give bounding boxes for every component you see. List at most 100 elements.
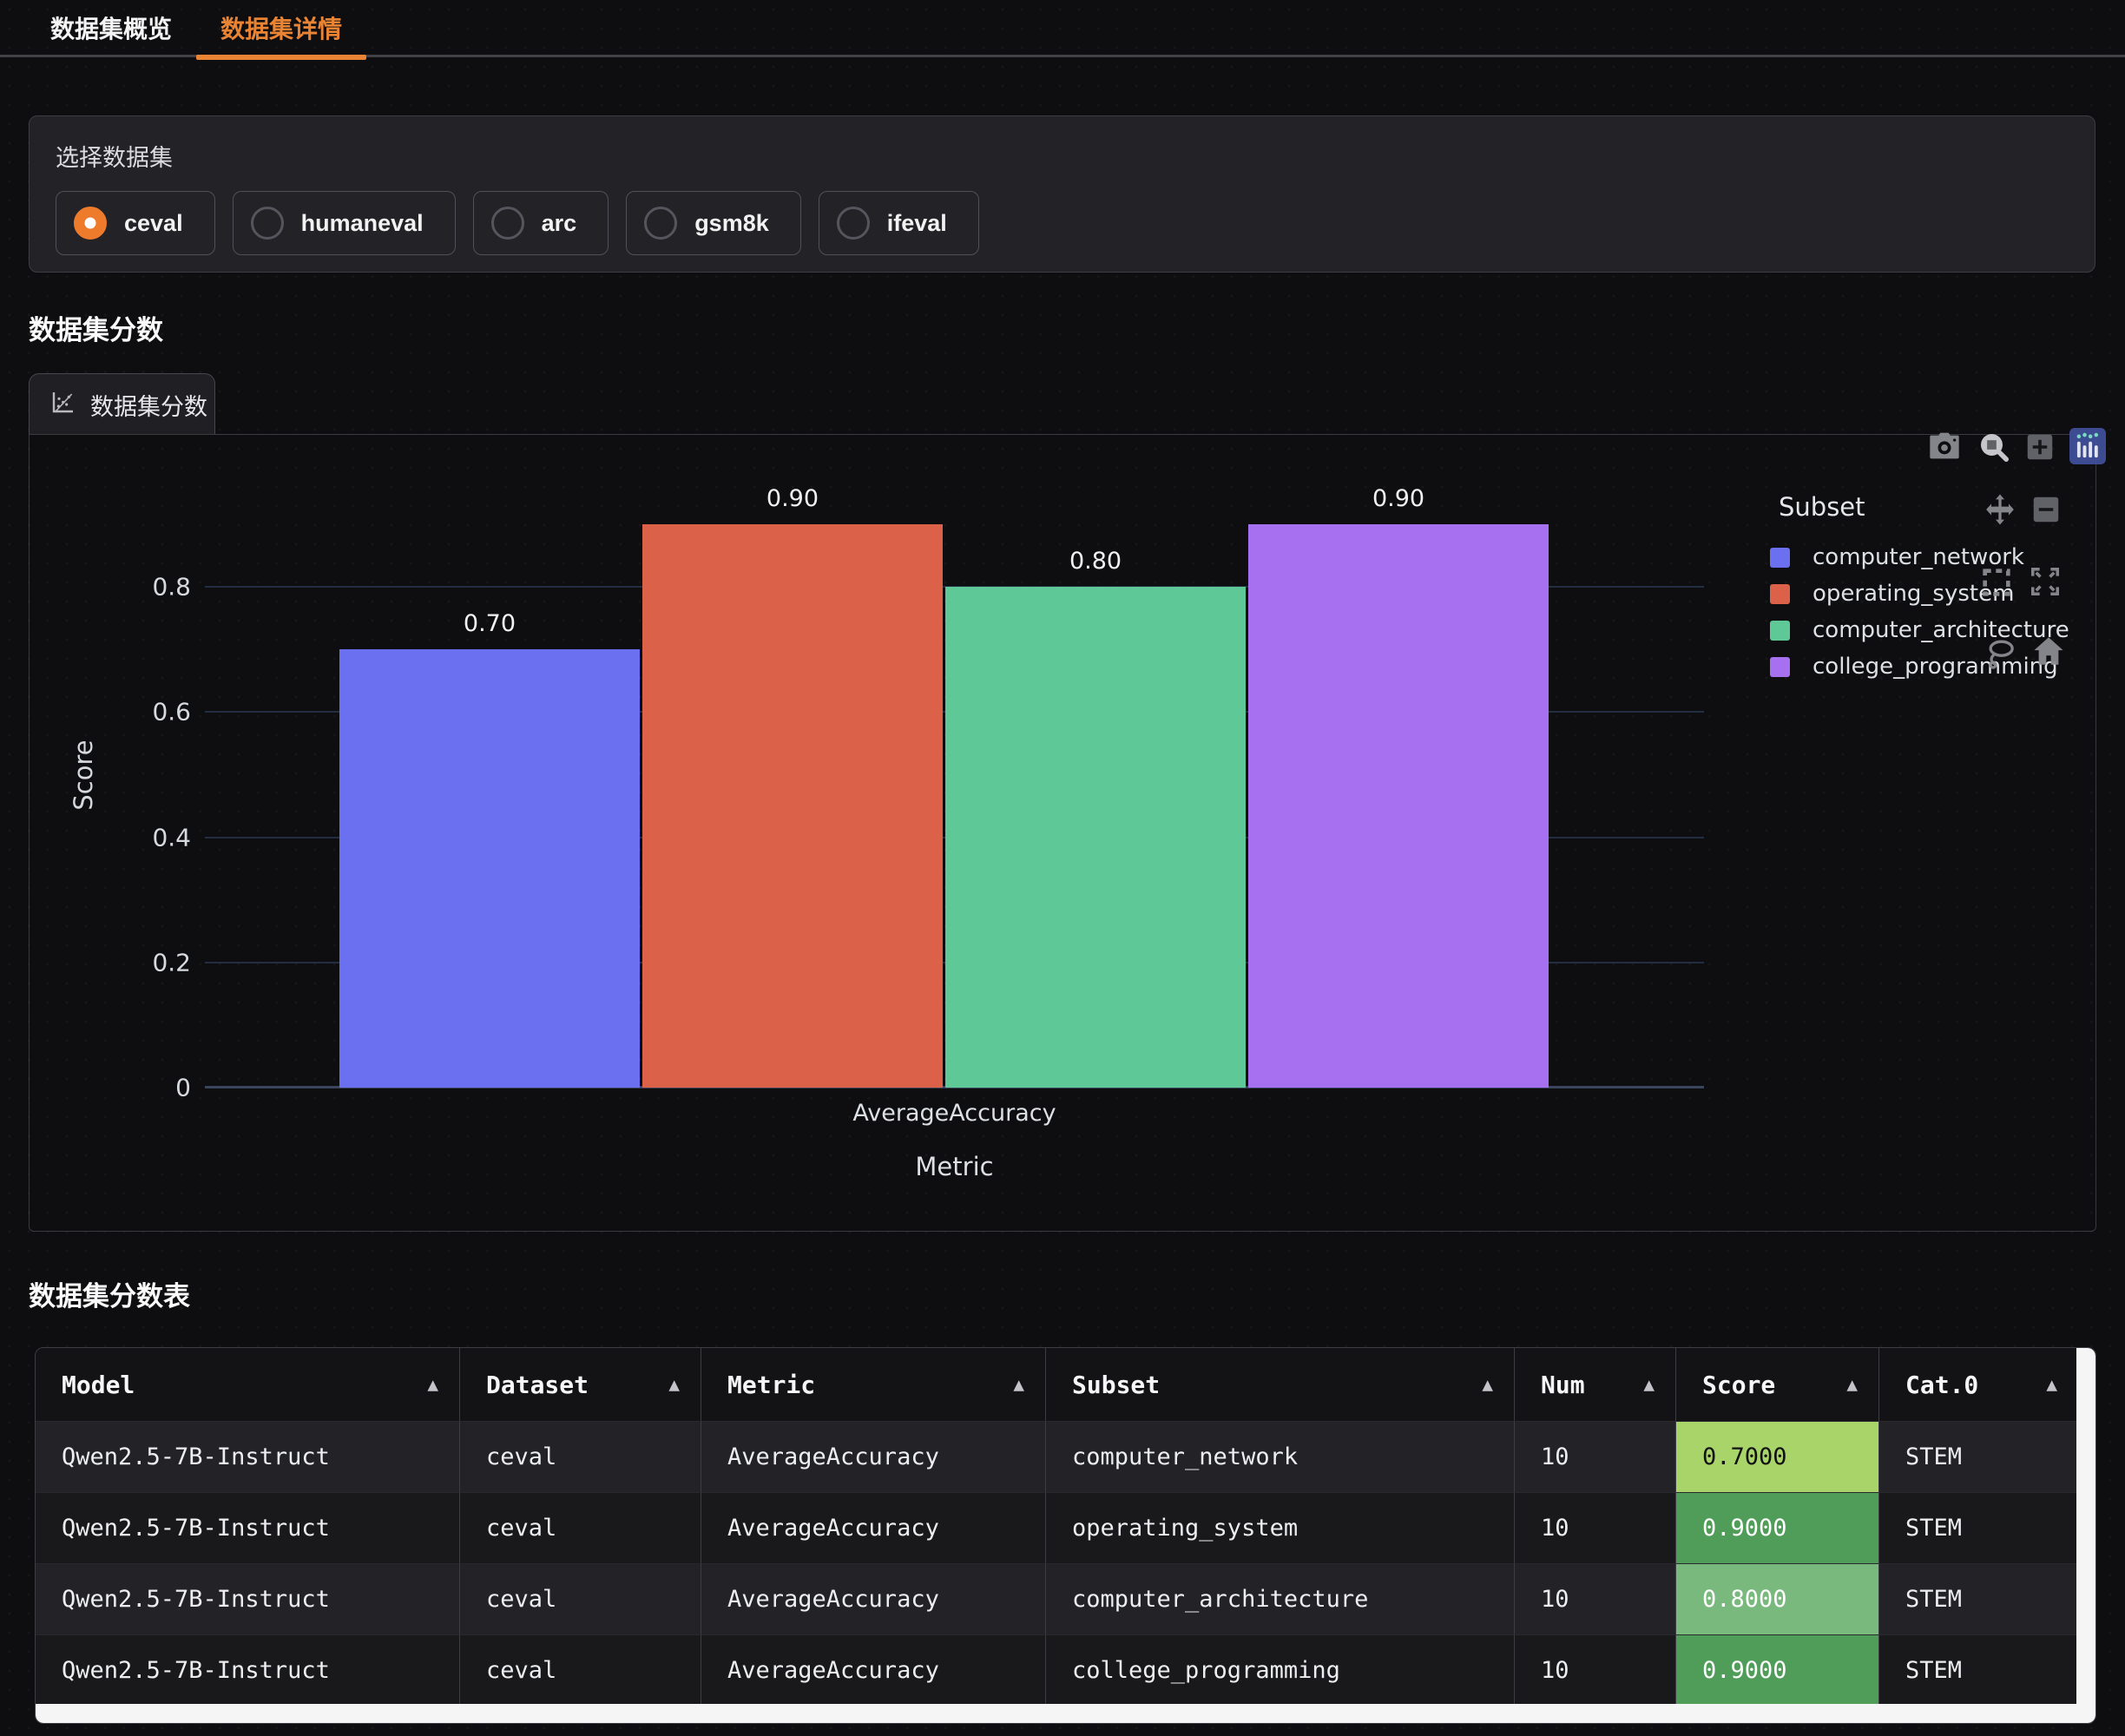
table-cell[interactable]: 10 (1515, 1563, 1676, 1634)
radio-circle-unselected[interactable] (491, 207, 524, 240)
table-cell[interactable]: STEM (1879, 1421, 2078, 1492)
radio-option-ceval[interactable]: ceval (56, 191, 215, 255)
table-cell[interactable]: STEM (1879, 1634, 2078, 1706)
score-cell[interactable]: 0.9000 (1676, 1634, 1879, 1706)
table-cell[interactable]: 10 (1515, 1492, 1676, 1563)
radio-label: humaneval (301, 210, 424, 237)
table-cell[interactable]: STEM (1879, 1563, 2078, 1634)
column-header-subset[interactable]: Subset ▲ (1046, 1348, 1515, 1421)
table-cell[interactable]: 10 (1515, 1634, 1676, 1706)
bar-college_programming[interactable] (1248, 524, 1549, 1088)
radio-circle-unselected[interactable] (644, 207, 677, 240)
column-header-score[interactable]: Score▲ (1676, 1348, 1879, 1421)
tab-dataset-details[interactable]: 数据集详情 (196, 0, 366, 56)
table-cell[interactable]: ceval (460, 1634, 701, 1706)
legend-swatch (1770, 657, 1790, 677)
y-tick-label: 0.4 (152, 823, 191, 852)
legend-label: college_programming (1812, 654, 2058, 680)
tab-dataset-overview[interactable]: 数据集概览 (26, 0, 196, 56)
table-cell[interactable]: ceval (460, 1492, 701, 1563)
zoom-out-icon[interactable] (2030, 494, 2062, 529)
column-header-label: Subset (1072, 1371, 1160, 1399)
bar-operating_system[interactable] (642, 524, 943, 1088)
sort-ascending-icon[interactable]: ▲ (2046, 1374, 2057, 1395)
legend-swatch (1770, 621, 1790, 641)
scores-table: Model▲Dataset▲Metric▲Subset▲Num▲Score▲Ca… (35, 1347, 2096, 1724)
bar-chart-plot: 00.20.40.60.80.700.900.800.90 (205, 462, 1704, 1088)
column-header-label: Cat.0 (1905, 1371, 1978, 1399)
column-header-label: Model (62, 1371, 135, 1399)
camera-icon[interactable] (1927, 430, 1962, 469)
table-cell[interactable]: AverageAccuracy (701, 1492, 1046, 1563)
legend-item-computer_architecture[interactable]: computer_architecture (1770, 612, 2069, 648)
table-horizontal-scrollbar[interactable] (36, 1704, 2095, 1723)
table-cell[interactable]: STEM (1879, 1492, 2078, 1563)
sort-ascending-icon[interactable]: ▲ (668, 1374, 680, 1395)
dataset-selector-label: 选择数据集 (56, 139, 173, 173)
column-header-cat-0[interactable]: Cat.0 ▲ (1879, 1348, 2078, 1421)
column-header-model[interactable]: Model ▲ (36, 1348, 460, 1421)
plotly-logo-icon[interactable] (2069, 428, 2106, 469)
reset-axes-icon[interactable] (2030, 633, 2067, 674)
bar-computer_architecture[interactable] (945, 587, 1246, 1088)
y-tick-label: 0.2 (152, 948, 191, 976)
zoom-in-icon[interactable] (2024, 431, 2056, 467)
sort-ascending-icon[interactable]: ▲ (1013, 1374, 1024, 1395)
dataset-radio-group: ceval humaneval arc gsm8k ifeval (56, 191, 979, 255)
zoom-icon[interactable] (1977, 430, 2011, 469)
radio-option-gsm8k[interactable]: gsm8k (626, 191, 801, 255)
table-cell[interactable]: 10 (1515, 1421, 1676, 1492)
sort-ascending-icon[interactable]: ▲ (1482, 1374, 1493, 1395)
radio-option-humaneval[interactable]: humaneval (233, 191, 456, 255)
table-cell[interactable]: ceval (460, 1421, 701, 1492)
radio-circle-unselected[interactable] (837, 207, 870, 240)
legend-item-operating_system[interactable]: operating_system (1770, 575, 2069, 612)
chart-panel-tab[interactable]: 数据集分数 (29, 373, 215, 435)
radio-option-arc[interactable]: arc (473, 191, 609, 255)
y-axis-title: Score (69, 740, 98, 810)
table-cell[interactable]: operating_system (1046, 1492, 1515, 1563)
score-cell[interactable]: 0.9000 (1676, 1492, 1879, 1563)
table-cell[interactable]: Qwen2.5-7B-Instruct (36, 1421, 460, 1492)
column-header-label: Num (1541, 1371, 1585, 1399)
sort-ascending-icon[interactable]: ▲ (1643, 1374, 1655, 1395)
legend-item-college_programming[interactable]: college_programming (1770, 648, 2069, 685)
table-cell[interactable]: AverageAccuracy (701, 1563, 1046, 1634)
score-cell[interactable]: 0.8000 (1676, 1563, 1879, 1634)
legend-item-computer_network[interactable]: computer_network (1770, 539, 2069, 575)
radio-circle-selected[interactable] (74, 207, 107, 240)
pan-icon[interactable] (1983, 492, 2017, 531)
column-header-dataset[interactable]: Dataset ▲ (460, 1348, 701, 1421)
bar-value-label: 0.90 (1372, 485, 1424, 512)
table-cell[interactable]: Qwen2.5-7B-Instruct (36, 1634, 460, 1706)
table-cell[interactable]: Qwen2.5-7B-Instruct (36, 1563, 460, 1634)
radio-option-ifeval[interactable]: ifeval (819, 191, 979, 255)
legend-swatch (1770, 548, 1790, 568)
autoscale-icon[interactable] (2029, 565, 2062, 602)
box-select-icon[interactable] (1979, 565, 2014, 604)
radio-circle-unselected[interactable] (251, 207, 284, 240)
dataset-selector-panel: 选择数据集 ceval humaneval arc gsm8k ifeval (29, 115, 2095, 273)
score-cell[interactable]: 0.7000 (1676, 1421, 1879, 1492)
table-cell[interactable]: computer_network (1046, 1421, 1515, 1492)
table-vertical-scrollbar[interactable] (2076, 1348, 2095, 1706)
column-header-label: Metric (727, 1371, 815, 1399)
table-cell[interactable]: AverageAccuracy (701, 1634, 1046, 1706)
table-cell[interactable]: ceval (460, 1563, 701, 1634)
bar-computer_network[interactable] (339, 649, 640, 1088)
table-cell[interactable]: AverageAccuracy (701, 1421, 1046, 1492)
sort-ascending-icon[interactable]: ▲ (1846, 1374, 1858, 1395)
table-cell[interactable]: Qwen2.5-7B-Instruct (36, 1492, 460, 1563)
radio-label: ifeval (887, 210, 947, 237)
column-header-num[interactable]: Num ▲ (1515, 1348, 1676, 1421)
radio-label: arc (542, 210, 577, 237)
table-cell[interactable]: computer_architecture (1046, 1563, 1515, 1634)
column-header-label: Dataset (486, 1371, 589, 1399)
bar-value-label: 0.90 (766, 485, 819, 512)
table-cell[interactable]: college_programming (1046, 1634, 1515, 1706)
chart-area: 00.20.40.60.80.700.900.800.90 Score Aver… (29, 434, 2096, 1232)
x-axis-title: Metric (205, 1152, 1704, 1181)
lasso-select-icon[interactable] (1983, 636, 2017, 675)
sort-ascending-icon[interactable]: ▲ (427, 1374, 438, 1395)
column-header-metric[interactable]: Metric ▲ (701, 1348, 1046, 1421)
